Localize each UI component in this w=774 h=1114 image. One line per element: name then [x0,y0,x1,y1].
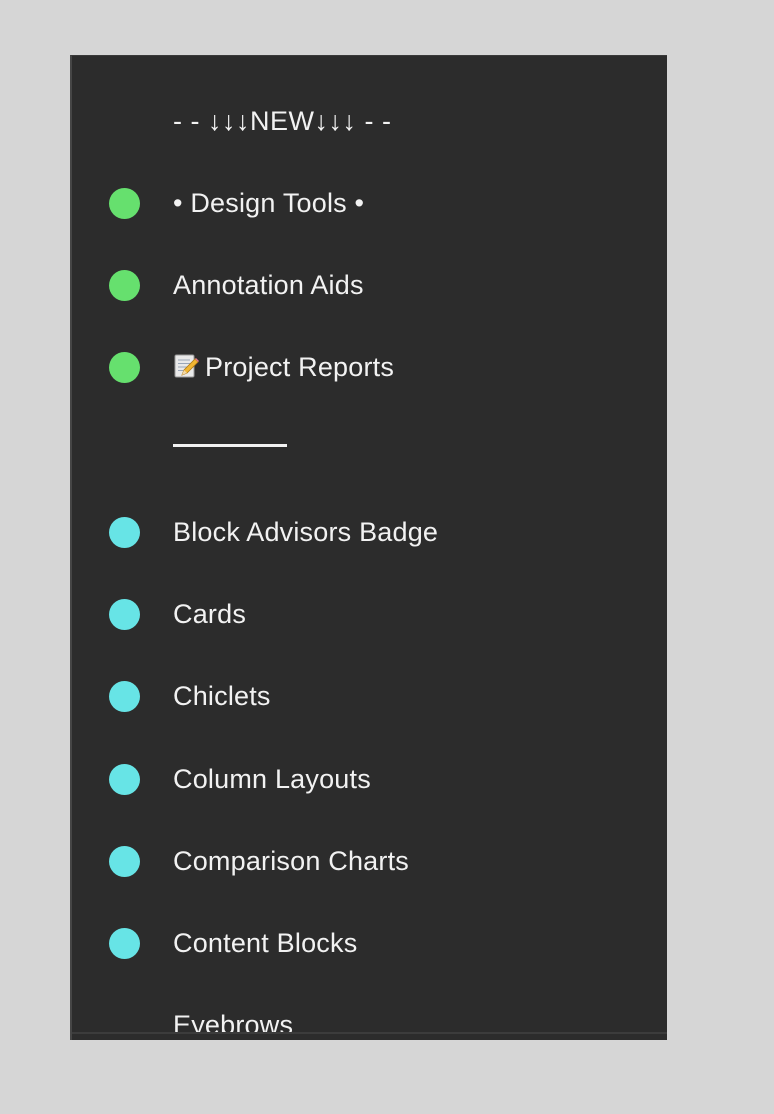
status-dot-icon [109,352,140,383]
list-item-annotation-aids[interactable]: Annotation Aids [72,265,667,305]
list-item-label: Annotation Aids [173,270,364,300]
layer-list-panel: - - ↓↓↓NEW↓↓↓ - - • Design Tools • Annot… [70,55,667,1040]
status-dot-icon [109,270,140,301]
status-dot-icon [109,928,140,959]
list-item-design-tools[interactable]: • Design Tools • [72,183,667,223]
list-item-block-advisors-badge[interactable]: Block Advisors Badge [72,512,667,552]
list-item-label: - - ↓↓↓NEW↓↓↓ - - [173,106,392,136]
list-item-label: Content Blocks [173,928,358,958]
list-item-label: Project Reports [205,352,395,382]
list-item-comparison-charts[interactable]: Comparison Charts [72,841,667,881]
list-item-chiclets[interactable]: Chiclets [72,676,667,716]
list-item-label: Column Layouts [173,764,371,794]
list-item-project-reports[interactable]: Project Reports [72,347,667,387]
list-item-label-wrap: Project Reports [173,352,394,382]
status-dot-icon [109,681,140,712]
list-item-label: Comparison Charts [173,846,409,876]
list-item-label: Block Advisors Badge [173,517,439,547]
status-dot-icon [109,599,140,630]
list-item-content-blocks[interactable]: Content Blocks [72,923,667,963]
memo-pencil-icon [174,354,199,378]
list-item-label: Chiclets [173,681,271,711]
list-item-label: Cards [173,599,247,629]
status-dot-icon [109,764,140,795]
list-item-cards[interactable]: Cards [72,594,667,634]
list-item-label: • Design Tools • [173,188,365,218]
list-item-column-layouts[interactable]: Column Layouts [72,759,667,799]
panel-bottom-border [72,1032,667,1034]
divider-item[interactable] [173,444,287,447]
list-item-new-header[interactable]: - - ↓↓↓NEW↓↓↓ - - [72,101,667,141]
status-dot-icon [109,517,140,548]
status-dot-icon [109,846,140,877]
status-dot-icon [109,188,140,219]
panel-bottom-edge [72,1034,667,1040]
